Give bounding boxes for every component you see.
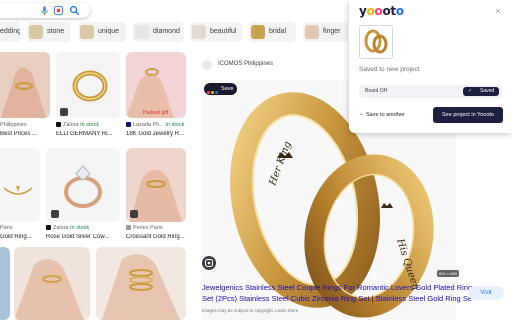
chip-finger[interactable]: finger — [303, 22, 348, 42]
result-source: Lazada Ph... In stock — [126, 122, 190, 128]
search-icon[interactable] — [69, 5, 80, 16]
hand-ring-photo — [14, 258, 84, 320]
shopping-bag-icon — [130, 210, 138, 218]
perles-favicon — [126, 225, 131, 231]
chip-thumbnail — [29, 25, 43, 39]
image-results-grid: Philippines Best Prices ... Zalora In st… — [0, 48, 190, 320]
result-image[interactable] — [126, 148, 186, 222]
filter-chips: edding stone unique diamond beautiful br… — [0, 22, 360, 42]
zalora-favicon — [46, 225, 51, 231]
image-dimensions-badge: 600 × 600 — [437, 270, 459, 277]
yoooto-popup: yoooto × Saved to new project Board OH ✓… — [349, 0, 512, 133]
zalora-favicon — [56, 122, 61, 128]
result-description-link[interactable]: Jewelgenics Stainless Steel Couple Rings… — [202, 283, 472, 304]
shopping-bag-icon — [51, 210, 59, 218]
board-row[interactable]: Board OH ✓ Saved — [359, 85, 502, 98]
result-image[interactable] — [14, 247, 90, 320]
result-image[interactable] — [0, 52, 50, 118]
close-icon[interactable]: × — [493, 6, 503, 16]
thin-ring-photo — [3, 186, 33, 195]
result-title[interactable]: ELLI GERMANY Ri... — [56, 131, 120, 137]
chip-thumbnail — [80, 25, 94, 39]
result-title[interactable]: Rose Gold Silver Cow... — [46, 234, 120, 240]
chip-unique[interactable]: unique — [78, 22, 126, 42]
rings-thumbnail — [364, 29, 388, 54]
price-tag-label: Thebest gift — [142, 110, 169, 116]
lens-icon[interactable] — [53, 5, 64, 16]
yoooto-logo: yoooto — [359, 4, 404, 18]
check-icon: ✓ — [468, 88, 473, 94]
result-image[interactable]: Thebest gift — [126, 52, 186, 118]
chip-thumbnail — [251, 25, 265, 39]
result-title[interactable]: 18K Gold Jewelry R... — [126, 131, 190, 137]
result-source: Zalora In stock — [56, 122, 120, 128]
save-to-another-button[interactable]: Save to another — [366, 112, 405, 118]
saved-status-chip: ✓ Saved — [463, 87, 499, 96]
chip-bridal[interactable]: bridal — [249, 22, 296, 42]
lens-search-button[interactable] — [202, 256, 216, 270]
crown-engraving — [381, 203, 393, 208]
result-image[interactable] — [56, 52, 120, 118]
site-favicon — [202, 60, 212, 70]
mic-icon[interactable] — [39, 5, 50, 16]
chip-thumbnail — [135, 25, 149, 39]
chip-thumbnail — [192, 25, 206, 39]
chip-diamond[interactable]: diamond — [133, 22, 184, 42]
chip-thumbnail — [305, 25, 319, 39]
copyright-notice: Images may be subject to copyright. Lear… — [202, 308, 299, 313]
result-source: Philippines — [0, 122, 27, 128]
result-title[interactable]: Croissant Gold Ring... — [126, 234, 190, 240]
lazada-favicon — [126, 122, 131, 128]
result-source: Paris — [0, 225, 13, 231]
result-image[interactable] — [96, 247, 186, 320]
result-image[interactable] — [0, 148, 40, 222]
back-arrow-icon[interactable]: ← — [359, 111, 365, 117]
chip-wedding[interactable]: edding — [0, 22, 20, 42]
visit-button[interactable]: Visit — [468, 286, 504, 300]
saved-image-thumbnail — [359, 25, 393, 59]
chip-stone[interactable]: stone — [27, 22, 71, 42]
see-project-button[interactable]: See project in Yoooto — [433, 107, 503, 123]
stacked-rings-photo — [102, 254, 180, 320]
result-image[interactable] — [46, 148, 120, 222]
chip-beautiful[interactable]: beautiful — [190, 22, 242, 42]
result-image[interactable] — [0, 247, 10, 320]
yoooto-dots-icon — [207, 87, 219, 99]
shopping-bag-icon — [60, 108, 68, 116]
result-title[interactable]: Gold Ring... — [0, 234, 40, 240]
board-name: Board OH — [365, 88, 388, 94]
result-title[interactable]: Best Prices ... — [0, 131, 52, 137]
result-source: Perles Paris — [126, 225, 190, 231]
hand-ring-photo — [1, 67, 46, 118]
hand-ring-photo — [126, 68, 174, 118]
search-box[interactable] — [0, 3, 90, 18]
ring-engraving-her-king: Her King — [267, 140, 293, 188]
lens-icon — [205, 259, 213, 267]
result-source: Zalora In stock — [46, 225, 120, 231]
source-name: ICOMOS Philippines — [218, 61, 274, 67]
save-to-yoooto-button[interactable]: Save — [204, 83, 237, 95]
saved-confirmation-text: Saved to new project — [359, 66, 420, 73]
